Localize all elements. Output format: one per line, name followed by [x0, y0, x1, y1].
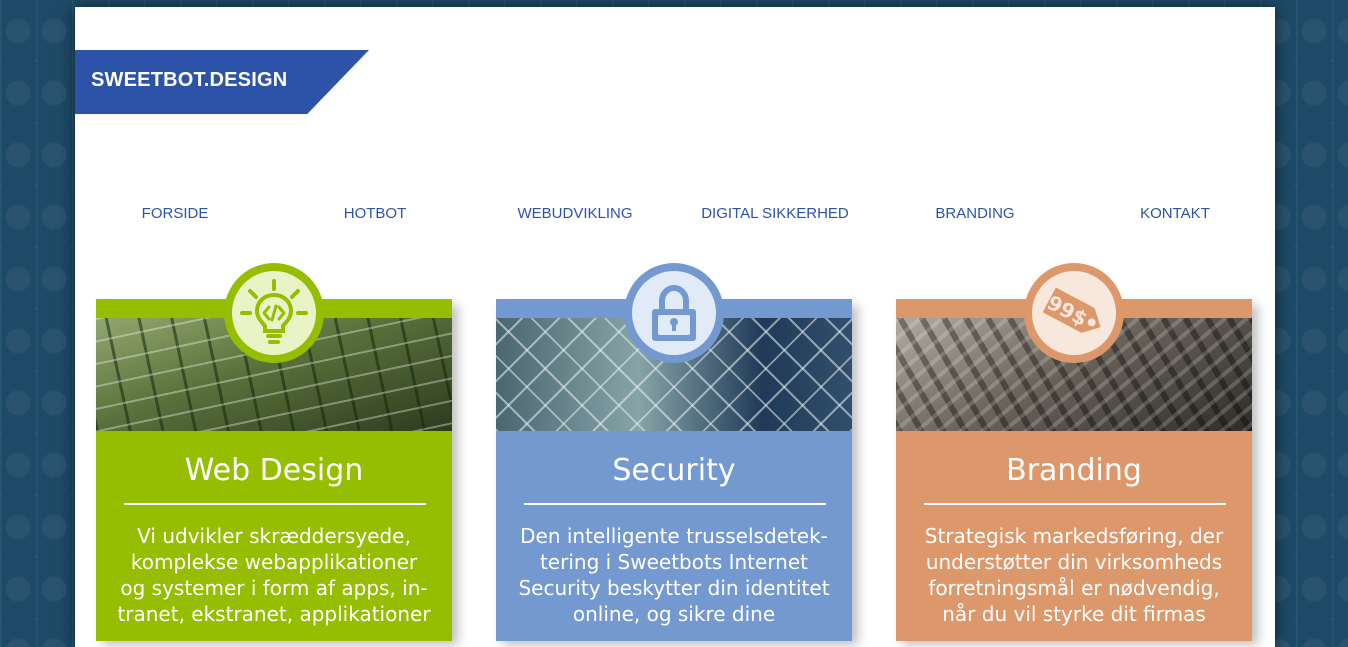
- card-divider: [124, 503, 426, 505]
- nav-item-forside[interactable]: FORSIDE: [75, 205, 275, 222]
- nav-item-kontakt[interactable]: KONTAKT: [1075, 205, 1275, 222]
- card-title: Security: [612, 453, 736, 488]
- card-body: Web Design Vi udvikler skræddersyede, ko…: [96, 431, 452, 641]
- nav-item-digital-sikkerhed[interactable]: DIGITAL SIKKERHED: [675, 205, 875, 222]
- logo-text: SWEETBOT.DESIGN: [91, 69, 288, 91]
- lightbulb-code-icon: [240, 279, 308, 344]
- service-card-branding[interactable]: 99$ Branding Strategisk markedsføring, d…: [896, 263, 1252, 641]
- service-card-security[interactable]: Security Den intelligente trusselsdetek-…: [496, 263, 852, 641]
- card-icon-badge: [224, 263, 324, 363]
- page-container: SWEETBOT.DESIGN FORSIDE HOTBOT WEBUDVIKL…: [75, 7, 1275, 647]
- card-icon-badge: 99$: [1024, 263, 1124, 363]
- card-text: Strategisk markedsføring, der understøtt…: [924, 524, 1224, 626]
- padlock-icon: [652, 284, 696, 341]
- card-text: Den intelligente trusselsdetek-tering i …: [518, 524, 830, 626]
- card-body: Branding Strategisk markedsføring, der u…: [896, 431, 1252, 641]
- card-title: Web Design: [184, 453, 364, 488]
- service-card-web-design[interactable]: Web Design Vi udvikler skræddersyede, ko…: [96, 263, 452, 641]
- card-body: Security Den intelligente trusselsdetek-…: [496, 431, 852, 641]
- nav-item-hotbot[interactable]: HOTBOT: [275, 205, 475, 222]
- nav-item-branding[interactable]: BRANDING: [875, 205, 1075, 222]
- card-text: Vi udvikler skræddersyede, komplekse web…: [117, 524, 431, 626]
- price-tag-icon: 99$: [1042, 287, 1101, 333]
- card-title: Branding: [1006, 453, 1142, 488]
- card-icon-badge: [624, 263, 724, 363]
- site-logo[interactable]: SWEETBOT.DESIGN: [75, 50, 369, 114]
- card-divider: [524, 503, 826, 505]
- main-nav: FORSIDE HOTBOT WEBUDVIKLING DIGITAL SIKK…: [75, 205, 1275, 229]
- nav-item-webudvikling[interactable]: WEBUDVIKLING: [475, 205, 675, 222]
- card-divider: [924, 503, 1226, 505]
